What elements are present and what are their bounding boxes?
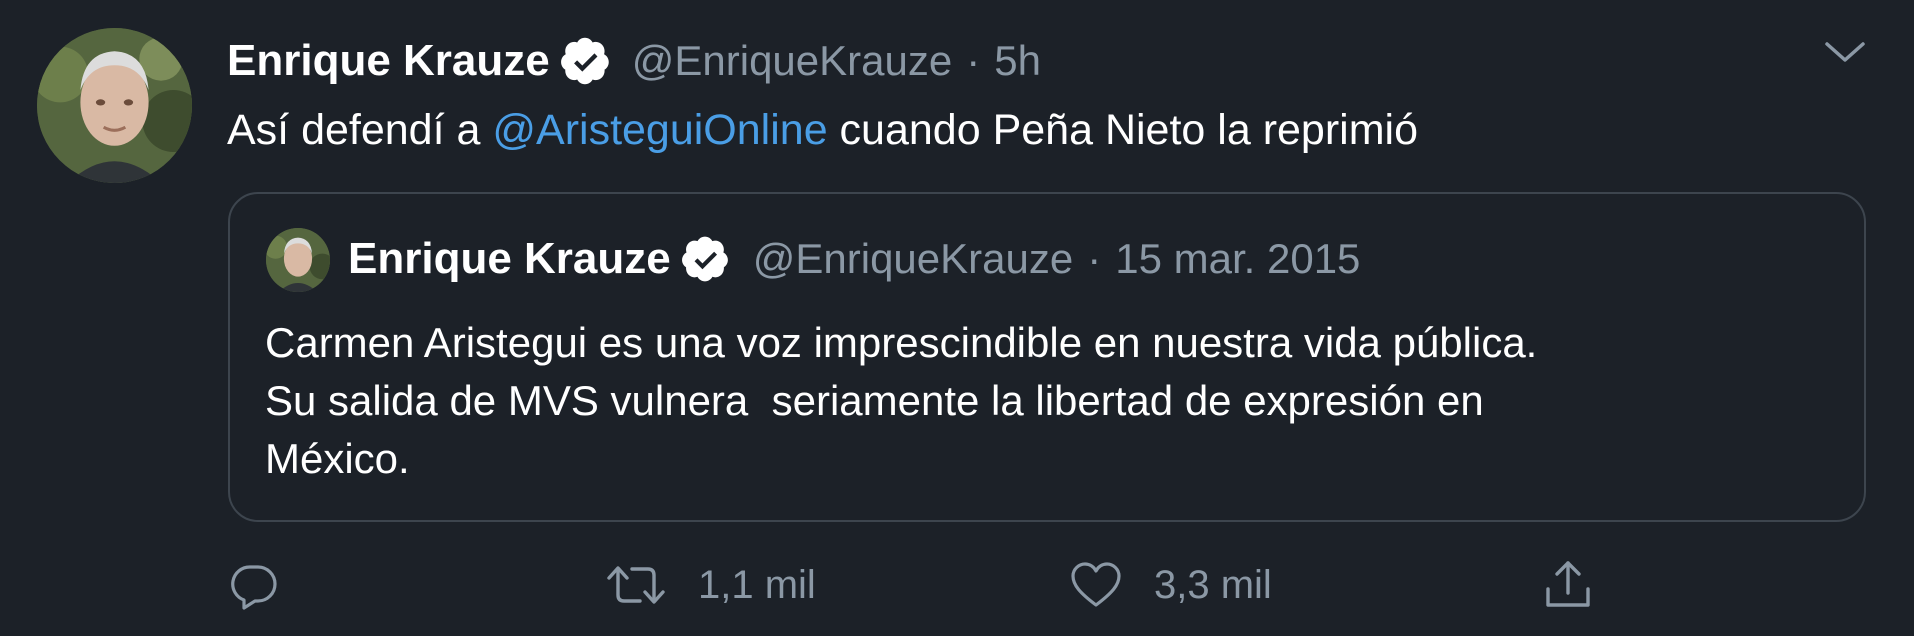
verified-badge-icon xyxy=(560,35,612,87)
tweet-timestamp[interactable]: 5h xyxy=(994,37,1041,85)
retweet-icon xyxy=(607,566,665,604)
profile-photo xyxy=(266,228,330,292)
author-name[interactable]: Enrique Krauze xyxy=(227,36,550,86)
author-handle[interactable]: @EnriqueKrauze xyxy=(632,37,952,85)
quoted-author-avatar xyxy=(266,228,330,292)
tweet-text-after: cuando Peña Nieto la reprimió xyxy=(827,106,1418,154)
reply-icon xyxy=(231,565,277,610)
tweet-text-before: Así defendí a xyxy=(227,106,493,154)
heart-icon xyxy=(1071,562,1121,607)
quoted-text-line: Carmen Aristegui es una voz imprescindib… xyxy=(265,319,1538,366)
verified-badge-icon xyxy=(681,234,731,284)
quoted-text-line: Su salida de MVS vulnera seriamente la l… xyxy=(265,377,1484,424)
mention-link[interactable]: @AristeguiOnline xyxy=(492,106,827,154)
share-icon xyxy=(1546,561,1590,607)
separator-dot: · xyxy=(966,37,981,84)
quoted-tweet[interactable]: Enrique Krauze @EnriqueKrauze · 15 mar. … xyxy=(228,192,1866,522)
author-avatar[interactable] xyxy=(37,28,192,183)
quoted-tweet-header: Enrique Krauze @EnriqueKrauze · 15 mar. … xyxy=(348,224,1360,294)
chevron-down-icon[interactable] xyxy=(1822,38,1868,68)
share-button[interactable] xyxy=(1540,555,1596,615)
tweet-text: Así defendí a @AristeguiOnline cuando Pe… xyxy=(227,100,1418,160)
quoted-tweet-date: 15 mar. 2015 xyxy=(1115,235,1361,282)
profile-photo xyxy=(37,28,192,183)
quoted-tweet-text: Carmen Aristegui es una voz imprescindib… xyxy=(265,314,1835,488)
like-count: 3,3 mil xyxy=(1154,562,1272,607)
quoted-author-name: Enrique Krauze xyxy=(348,234,671,283)
retweet-button[interactable]: 1,1 mil xyxy=(604,555,816,615)
quoted-author-handle: @EnriqueKrauze xyxy=(752,235,1074,282)
retweet-count: 1,1 mil xyxy=(698,562,816,607)
quoted-text-line: México. xyxy=(265,435,410,482)
reply-button[interactable] xyxy=(228,555,280,615)
tweet-header: Enrique Krauze @EnriqueKrauze · 5h xyxy=(227,26,1041,96)
tweet-action-bar: 1,1 mil 3,3 mil xyxy=(0,555,1914,615)
separator-dot: · xyxy=(1087,235,1102,282)
like-button[interactable]: 3,3 mil xyxy=(1068,555,1272,615)
